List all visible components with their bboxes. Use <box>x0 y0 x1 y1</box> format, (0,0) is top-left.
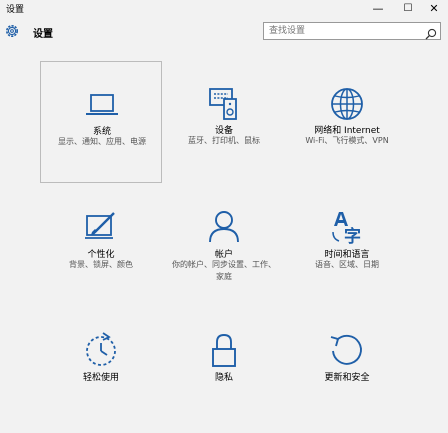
tile-desc: 显示、通知、应用、电源 <box>58 137 146 146</box>
tile-privacy[interactable]: 隐私 <box>163 311 285 433</box>
tile-desc: Wi-Fi、飞行模式、VPN <box>305 136 389 145</box>
minimize-button[interactable]: — <box>364 0 392 16</box>
laptop-icon <box>82 86 122 126</box>
lock-icon <box>204 331 244 371</box>
close-button[interactable]: ✕ <box>420 0 448 16</box>
tile-ease-of-access[interactable]: 轻松使用 <box>40 311 162 433</box>
tile-time-language[interactable]: 字 时间和语言 语音、区域、日期 <box>286 186 408 308</box>
search-input[interactable] <box>264 23 424 39</box>
personalize-icon <box>81 208 121 248</box>
time-language-icon: 字 <box>327 208 367 248</box>
window-titlebar: 设置 — ☐ ✕ <box>0 0 448 16</box>
tile-desc: 背景、锁屏、颜色 <box>69 260 133 269</box>
tile-network[interactable]: 网络和 Internet Wi-Fi、飞行模式、VPN <box>286 61 408 183</box>
tile-desc: 语音、区域、日期 <box>315 260 379 269</box>
search-box[interactable] <box>263 22 441 40</box>
page-title: 设置 <box>33 29 53 40</box>
tile-desc: 你的帐户、同步设置、工作、家庭 <box>172 260 276 281</box>
svg-text:字: 字 <box>344 226 361 247</box>
globe-icon <box>327 84 367 124</box>
devices-icon <box>204 84 244 124</box>
search-icon[interactable] <box>425 25 437 40</box>
tile-update-security[interactable]: 更新和安全 <box>286 311 408 433</box>
update-icon <box>327 331 367 371</box>
gear-icon <box>4 23 20 39</box>
tile-desc: 蓝牙、打印机、鼠标 <box>188 136 260 145</box>
tile-system[interactable]: 系统 显示、通知、应用、电源 <box>40 61 162 183</box>
tile-name: 隐私 <box>214 373 233 383</box>
maximize-button[interactable]: ☐ <box>394 0 422 16</box>
tile-personalization[interactable]: 个性化 背景、锁屏、颜色 <box>40 186 162 308</box>
tile-name: 轻松使用 <box>82 373 119 383</box>
tile-devices[interactable]: 设备 蓝牙、打印机、鼠标 <box>163 61 285 183</box>
tile-accounts[interactable]: 帐户 你的帐户、同步设置、工作、家庭 <box>163 186 285 308</box>
tile-name: 更新和安全 <box>324 373 370 383</box>
window-title: 设置 <box>6 5 25 15</box>
person-icon <box>204 208 244 248</box>
ease-of-access-icon <box>81 331 121 371</box>
